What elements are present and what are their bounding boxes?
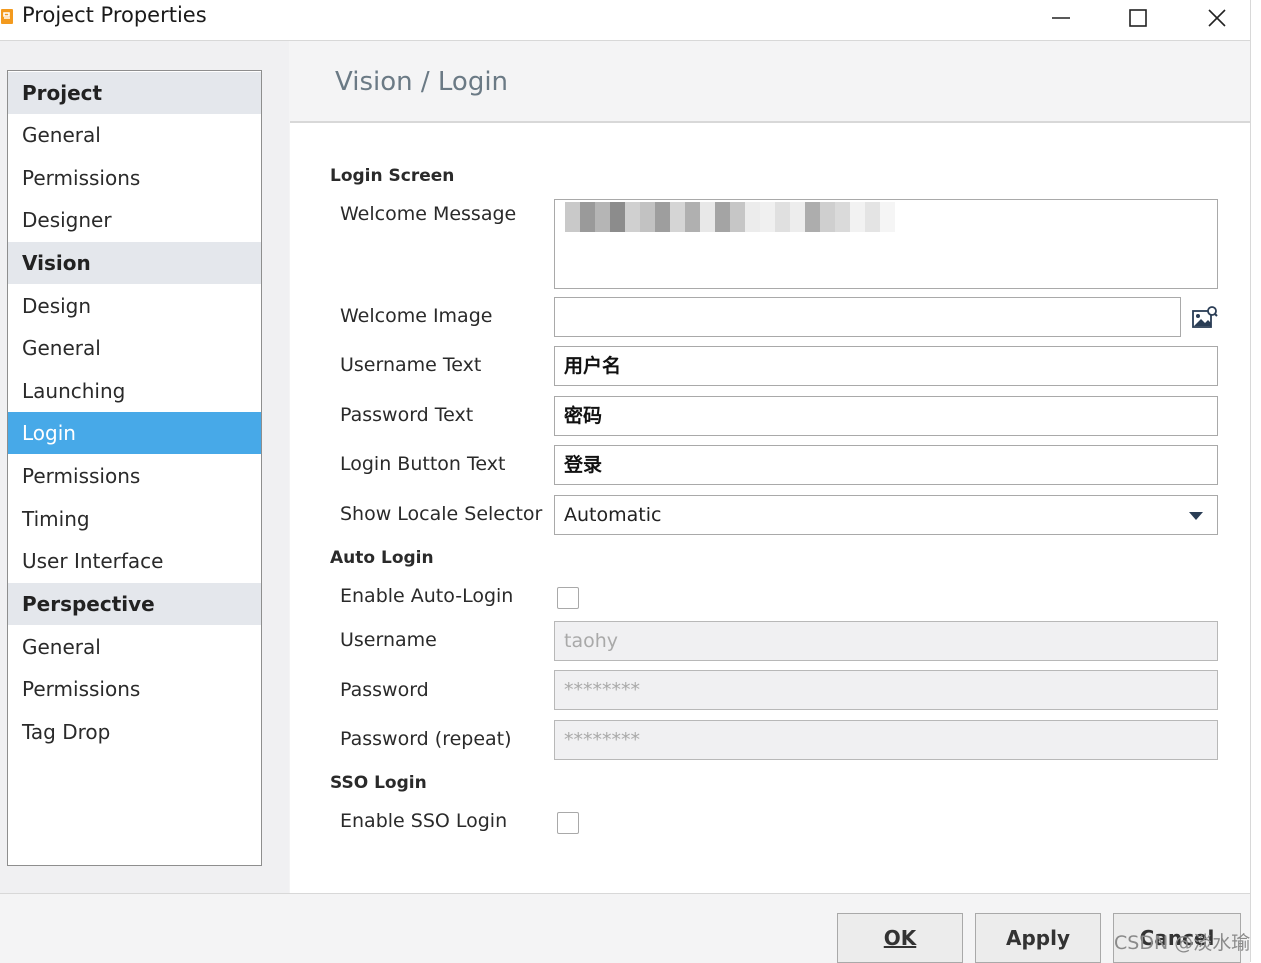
show-locale-selector-label: Show Locale Selector: [340, 503, 543, 525]
minimize-icon: [1052, 17, 1070, 19]
section-sso-login: SSO Login: [330, 773, 427, 793]
maximize-button[interactable]: [1103, 0, 1173, 36]
enable-auto-login-checkbox[interactable]: [557, 587, 579, 609]
close-icon: [1208, 9, 1226, 27]
maximize-icon: [1129, 9, 1147, 27]
welcome-image-field[interactable]: [554, 297, 1181, 337]
auto-login-username-label: Username: [340, 629, 437, 651]
auto-login-password-field[interactable]: ********: [554, 670, 1218, 710]
auto-login-password-repeat-label: Password (repeat): [340, 728, 512, 750]
redacted-text: [565, 202, 895, 232]
sidebar-item-project-designer[interactable]: Designer: [8, 199, 261, 241]
sidebar-item-vision-timing[interactable]: Timing: [8, 498, 261, 540]
sidebar-group-perspective[interactable]: Perspective: [8, 583, 261, 625]
sidebar-item-vision-launching[interactable]: Launching: [8, 370, 261, 412]
sidebar-group-vision[interactable]: Vision: [8, 242, 261, 284]
sidebar-group-project[interactable]: Project: [8, 72, 261, 114]
watermark: CSDN @淡水瑜: [1114, 932, 1251, 954]
section-login-screen: Login Screen: [330, 166, 455, 186]
sidebar-item-perspective-general[interactable]: General: [8, 626, 261, 668]
page-title: Vision / Login: [335, 67, 509, 97]
username-text-field[interactable]: 用户名: [554, 346, 1218, 386]
image-browse-icon[interactable]: [1189, 303, 1219, 333]
welcome-message-label: Welcome Message: [340, 203, 517, 225]
sidebar-panel: Project General Permissions Designer Vis…: [0, 41, 289, 893]
app-icon: [1, 9, 13, 24]
sidebar-item-vision-general[interactable]: General: [8, 327, 261, 369]
login-button-text-field[interactable]: 登录: [554, 445, 1218, 485]
sidebar-item-vision-user-interface[interactable]: User Interface: [8, 540, 261, 582]
show-locale-selector-dropdown[interactable]: Automatic: [554, 495, 1218, 535]
auto-login-password-repeat-field[interactable]: ********: [554, 720, 1218, 760]
close-button[interactable]: [1182, 0, 1252, 36]
sidebar-item-vision-login[interactable]: Login: [8, 412, 261, 454]
enable-sso-login-label: Enable SSO Login: [340, 810, 508, 832]
main-panel: Vision / Login Login Screen Welcome Mess…: [290, 41, 1250, 893]
welcome-message-textarea[interactable]: [554, 199, 1218, 289]
ok-button[interactable]: OK: [837, 913, 963, 963]
sidebar-tree[interactable]: Project General Permissions Designer Vis…: [7, 70, 262, 866]
minimize-button[interactable]: [1026, 0, 1096, 36]
project-properties-window: Project Properties Project General Permi…: [0, 0, 1251, 963]
sidebar-item-project-general[interactable]: General: [8, 114, 261, 156]
password-text-label: Password Text: [340, 404, 474, 426]
enable-sso-login-checkbox[interactable]: [557, 812, 579, 834]
login-button-text-label: Login Button Text: [340, 453, 506, 475]
dialog-footer: OK Apply Cancel: [0, 893, 1250, 963]
sidebar-item-perspective-permissions[interactable]: Permissions: [8, 668, 261, 710]
sidebar-item-vision-permissions[interactable]: Permissions: [8, 455, 261, 497]
auto-login-password-label: Password: [340, 679, 429, 701]
ok-button-label: OK: [883, 926, 917, 950]
username-text-label: Username Text: [340, 354, 482, 376]
apply-button[interactable]: Apply: [975, 913, 1101, 963]
password-text-field[interactable]: 密码: [554, 396, 1218, 436]
chevron-down-icon: [1189, 512, 1203, 520]
auto-login-username-field[interactable]: taohy: [554, 621, 1218, 661]
main-header: Vision / Login: [290, 41, 1250, 123]
sidebar-item-vision-design[interactable]: Design: [8, 285, 261, 327]
sidebar-item-project-permissions[interactable]: Permissions: [8, 157, 261, 199]
apply-button-label: Apply: [1005, 926, 1070, 950]
enable-auto-login-label: Enable Auto-Login: [340, 585, 514, 607]
welcome-image-label: Welcome Image: [340, 305, 493, 327]
window-title: Project Properties: [22, 3, 207, 27]
sidebar-item-perspective-tag-drop[interactable]: Tag Drop: [8, 711, 261, 753]
locale-selector-value: Automatic: [564, 504, 662, 526]
title-bar[interactable]: Project Properties: [0, 0, 1250, 41]
section-auto-login: Auto Login: [330, 548, 434, 568]
